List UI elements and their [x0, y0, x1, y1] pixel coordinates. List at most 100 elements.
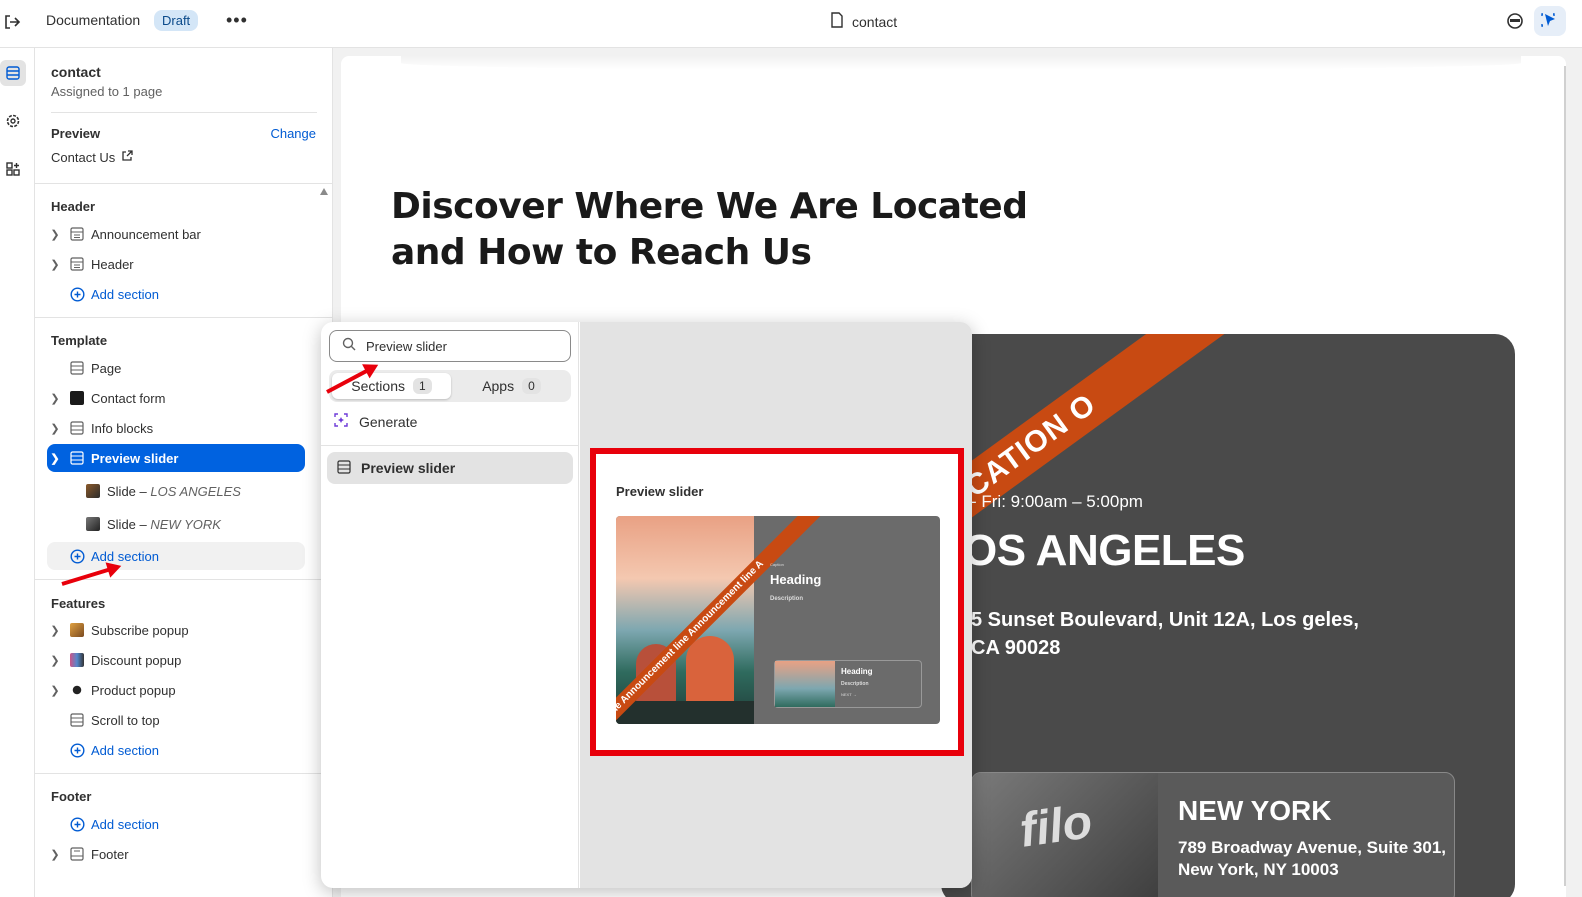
section-label: Preview slider [91, 450, 179, 466]
generate-button[interactable]: Generate [333, 412, 417, 431]
left-rail [0, 48, 35, 897]
external-link-icon [121, 150, 133, 165]
section-label: Product popup [91, 682, 176, 698]
subscribe-popup-thumbnail [69, 622, 85, 638]
preview-title: Preview slider [616, 484, 704, 499]
section-subscribe-popup[interactable]: ❯ Subscribe popup [47, 616, 305, 644]
section-label: Subscribe popup [91, 622, 189, 638]
section-label: Contact form [91, 390, 166, 406]
section-contact-form[interactable]: ❯ Contact form [47, 384, 305, 412]
template-group-title: Template [51, 333, 108, 348]
divider [51, 112, 317, 113]
next-slide-card[interactable]: filo NEW YORK 789 Broadway Avenue, Suite… [971, 772, 1455, 897]
divider [321, 445, 579, 446]
picker-preview-pane: Preview slider t line Announcement line … [580, 322, 972, 888]
add-section-footer-button[interactable]: Add section [47, 810, 305, 838]
tab-count: 1 [413, 378, 432, 394]
chevron-down-icon[interactable]: ❯ [47, 452, 63, 465]
add-section-header-button[interactable]: Add section [47, 280, 305, 308]
change-preview-link[interactable]: Change [270, 126, 316, 141]
tab-count: 0 [522, 378, 541, 394]
block-slide-los-angeles[interactable]: Slide – LOS ANGELES [79, 477, 305, 505]
preview-mini-card: Heading Description NEXT → [774, 660, 922, 708]
section-announcement-bar[interactable]: ❯ Announcement bar [47, 220, 305, 248]
section-discount-popup[interactable]: ❯ Discount popup [47, 646, 305, 674]
preview-thumbnail: t line Announcement line Announcement li… [616, 516, 940, 724]
search-input[interactable] [366, 338, 546, 354]
tab-label: Sections [351, 378, 405, 394]
inspector-icon[interactable] [1505, 11, 1525, 31]
section-label: Page [91, 360, 122, 376]
product-popup-thumbnail [69, 682, 85, 698]
section-header[interactable]: ❯ Header [47, 250, 305, 278]
scroll-up-arrow[interactable] [320, 188, 328, 195]
add-section-label: Add section [91, 548, 159, 564]
settings-rail-icon[interactable] [0, 108, 26, 134]
generate-label: Generate [359, 413, 418, 430]
section-footer[interactable]: ❯ Footer [47, 840, 305, 868]
more-actions-button[interactable]: ••• [226, 10, 248, 31]
sections-rail-icon[interactable] [0, 60, 26, 86]
storefront-image: filo [972, 773, 1158, 897]
preview-page-link[interactable]: Contact Us [51, 150, 133, 165]
section-info-blocks[interactable]: ❯ Info blocks [47, 414, 305, 442]
section-page[interactable]: Page [47, 354, 305, 382]
template-name: contact [51, 64, 101, 80]
preview-description: Description [770, 596, 804, 602]
divider [35, 317, 332, 318]
footer-group-title: Footer [51, 789, 92, 804]
section-icon [69, 846, 85, 862]
search-icon [342, 337, 356, 356]
section-label: Announcement bar [91, 226, 201, 242]
chevron-right-icon[interactable]: ❯ [47, 624, 63, 637]
chevron-right-icon[interactable]: ❯ [47, 258, 63, 271]
plus-circle-icon [69, 816, 85, 832]
section-icon [69, 420, 85, 436]
result-label: Preview slider [361, 460, 456, 476]
page-selector[interactable]: contact [830, 12, 897, 31]
city-address: 5 Sunset Boulevard, Unit 12A, Los geles,… [971, 609, 1359, 659]
sparkle-icon [333, 412, 349, 431]
features-group-title: Features [51, 596, 106, 611]
chevron-right-icon[interactable]: ❯ [47, 684, 63, 697]
section-scroll-to-top[interactable]: Scroll to top [47, 706, 305, 734]
add-section-template-button[interactable]: Add section [47, 542, 305, 570]
chevron-right-icon[interactable]: ❯ [47, 848, 63, 861]
plus-circle-icon [69, 548, 85, 564]
select-mode-button[interactable] [1534, 6, 1566, 36]
picker-list-pane: Sections 1 Apps 0 Generate Preview slide… [321, 322, 579, 888]
chevron-right-icon[interactable]: ❯ [47, 392, 63, 405]
section-product-popup[interactable]: ❯ Product popup [47, 676, 305, 704]
sections-sidebar: contact Assigned to 1 page Preview Chang… [35, 48, 333, 897]
contact-form-thumbnail [69, 390, 85, 406]
chevron-right-icon[interactable]: ❯ [47, 654, 63, 667]
page-shadow [401, 56, 1521, 70]
top-bar: Documentation Draft ••• contact [0, 0, 1582, 48]
header-group-title: Header [51, 199, 96, 214]
template-assignment: Assigned to 1 page [51, 84, 163, 99]
location-slider-card[interactable]: OCATION O - Fri: 9:00am – 5:00pm OS ANGE… [941, 334, 1515, 897]
mini-card-description: Description [841, 681, 869, 687]
block-name: LOS ANGELES [150, 483, 241, 499]
preview-label: Preview [51, 126, 101, 141]
opening-hours: - Fri: 9:00am – 5:00pm [971, 492, 1143, 511]
preview-page-name: Contact Us [51, 150, 116, 165]
chevron-right-icon[interactable]: ❯ [47, 228, 63, 241]
apps-rail-icon[interactable] [0, 156, 26, 182]
block-slide-new-york[interactable]: Slide – NEW YORK [79, 510, 305, 538]
tab-apps[interactable]: Apps 0 [452, 373, 571, 399]
section-preview-slider[interactable]: ❯ Preview slider [47, 444, 305, 472]
section-label: Info blocks [91, 420, 154, 436]
section-search-field[interactable] [329, 330, 571, 362]
exit-icon[interactable] [2, 12, 22, 32]
result-preview-slider[interactable]: Preview slider [327, 452, 573, 484]
next-slide-address: 789 Broadway Avenue, Suite 301, New York… [1178, 838, 1447, 879]
chevron-right-icon[interactable]: ❯ [47, 422, 63, 435]
page-name: contact [852, 13, 898, 30]
block-prefix: Slide – [107, 516, 151, 532]
page-scrollbar[interactable] [1564, 66, 1566, 886]
add-section-label: Add section [91, 816, 159, 832]
plus-circle-icon [69, 742, 85, 758]
add-section-features-button[interactable]: Add section [47, 736, 305, 764]
store-sign: filo [1016, 795, 1096, 858]
